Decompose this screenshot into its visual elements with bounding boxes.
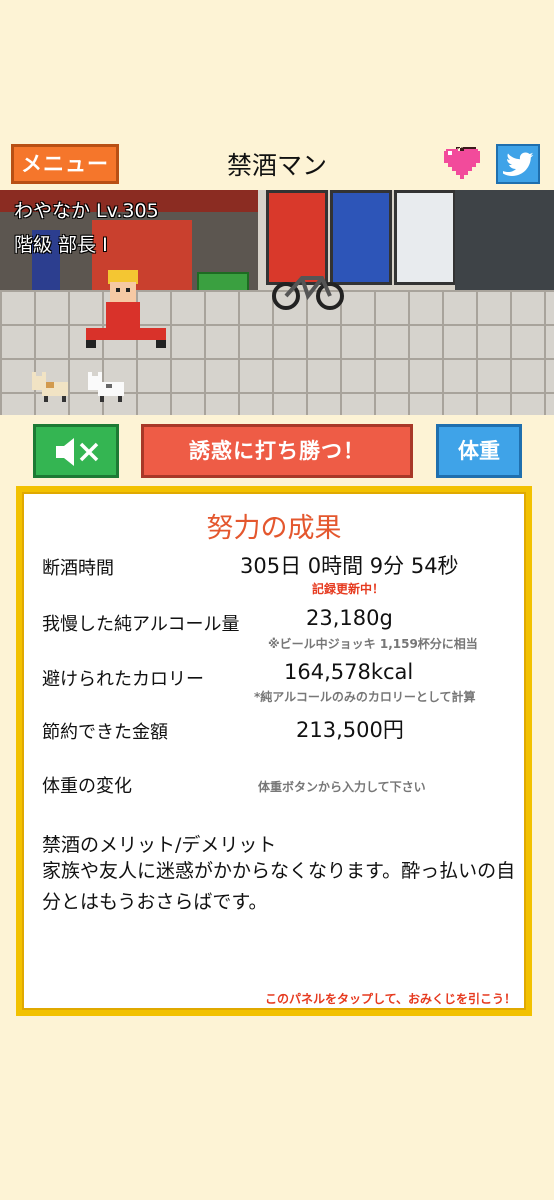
panel-title: 努力の成果: [206, 513, 342, 544]
beer-equivalent-note: ※ビール中ジョッキ 1,159杯分に相当: [268, 637, 478, 651]
bicycle-icon: [272, 268, 344, 310]
menu-button[interactable]: メニュー: [11, 144, 119, 184]
resist-temptation-button[interactable]: 誘惑に打ち勝つ！: [141, 424, 413, 478]
merit-text: 家族や友人に迷惑がかからなくなります。酔っ払いの自分とはもうおさらばです。: [42, 860, 516, 913]
player-name-level: わやなか Lv.305: [14, 200, 159, 222]
game-scene: わやなか Lv.305 階級 部長 I: [0, 190, 554, 415]
omikuji-hint: このパネルをタップして、おみくじを引こう！: [264, 992, 516, 1006]
weight-input-hint: 体重ボタンから入力して下さい: [258, 780, 426, 794]
cat-icon: [86, 372, 126, 402]
cat-icon: [30, 372, 70, 402]
results-panel[interactable]: 努力の成果 断酒時間 305日 0時間 9分 54秒 記録更新中！ 我慢した純ア…: [16, 486, 532, 1016]
money-saved-label: 節約できた金額: [42, 722, 168, 743]
record-updating-note: 記録更新中！: [312, 582, 385, 596]
money-saved-value: 213,500円: [296, 718, 404, 742]
heart-icon[interactable]: [440, 142, 484, 184]
abstinence-time-value: 305日 0時間 9分 54秒: [240, 554, 459, 578]
top-bar: メニュー 禁酒マン: [0, 138, 554, 190]
merit-label: 禁酒のメリット/デメリット: [42, 834, 277, 856]
app-title: 禁酒マン: [226, 151, 327, 180]
abstinence-time-label: 断酒時間: [42, 558, 114, 579]
twitter-bird-icon[interactable]: [496, 144, 540, 184]
speaker-muted-icon: [54, 436, 100, 472]
calories-label: 避けられたカロリー: [42, 669, 204, 690]
player-character: [86, 270, 166, 360]
calories-note: *純アルコールのみのカロリーとして計算: [254, 690, 476, 704]
mute-button[interactable]: [33, 424, 119, 478]
alcohol-amount-value: 23,180g: [306, 606, 393, 630]
vending-machine-white: [394, 190, 456, 285]
alcohol-amount-label: 我慢した純アルコール量: [42, 614, 240, 635]
weight-change-label: 体重の変化: [42, 776, 132, 797]
weight-button[interactable]: 体重: [436, 424, 522, 478]
action-bar: 誘惑に打ち勝つ！ 体重: [0, 424, 554, 480]
calories-value: 164,578kcal: [284, 660, 414, 684]
player-rank: 階級 部長 I: [14, 234, 108, 256]
